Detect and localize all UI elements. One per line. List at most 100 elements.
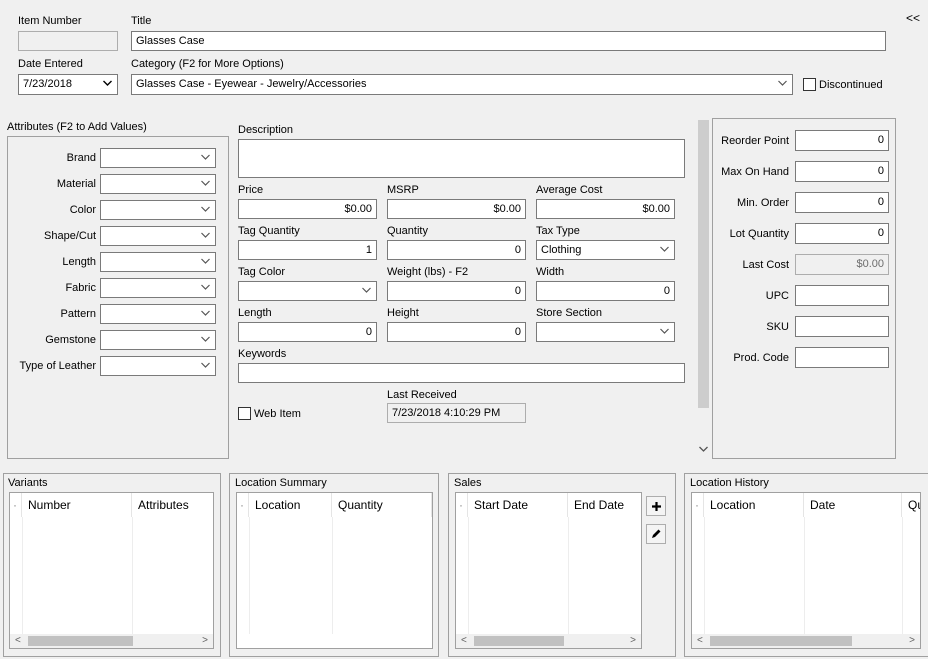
attribute-dropdown[interactable]: [100, 200, 216, 220]
upc-field[interactable]: [795, 285, 889, 306]
discontinued-checkbox[interactable]: [803, 78, 816, 91]
scroll-right-icon[interactable]: >: [909, 634, 915, 648]
weight-field[interactable]: 0: [387, 281, 526, 301]
scroll-down-icon[interactable]: [699, 446, 708, 453]
chevron-down-icon: [103, 80, 112, 86]
chevron-down-icon: [201, 258, 210, 264]
attribute-dropdown[interactable]: [100, 252, 216, 272]
edit-sale-button[interactable]: [646, 524, 666, 544]
column-header[interactable]: Number: [22, 493, 132, 517]
pencil-icon: [652, 529, 661, 538]
store-section-dropdown[interactable]: [536, 322, 675, 342]
title-field[interactable]: Glasses Case: [131, 31, 886, 51]
scroll-right-icon[interactable]: >: [630, 634, 636, 648]
column-header[interactable]: Quantity: [332, 493, 432, 517]
scroll-right-icon[interactable]: >: [202, 634, 208, 648]
tag-color-dropdown[interactable]: [238, 281, 377, 301]
prod-code-label: Prod. Code: [733, 352, 789, 364]
location-summary-label: Location Summary: [235, 477, 327, 489]
prod-code-field[interactable]: [795, 347, 889, 368]
keywords-label: Keywords: [238, 348, 287, 360]
reorder-point-field[interactable]: 0: [795, 130, 889, 151]
sku-field[interactable]: [795, 316, 889, 337]
width-field[interactable]: 0: [536, 281, 675, 301]
chevron-down-icon: [660, 328, 669, 334]
height-field[interactable]: 0: [387, 322, 526, 342]
tag-color-label: Tag Color: [238, 266, 286, 278]
store-section-label: Store Section: [536, 307, 603, 319]
scroll-left-icon[interactable]: <: [15, 634, 21, 648]
column-header[interactable]: End Date: [568, 493, 641, 517]
price-field[interactable]: $0.00: [238, 199, 377, 219]
column-header[interactable]: Date: [804, 493, 902, 517]
scrollbar-thumb[interactable]: [474, 636, 564, 646]
attribute-label: Type of Leather: [19, 360, 96, 372]
web-item-checkbox[interactable]: [238, 407, 251, 420]
column-header[interactable]: Location: [249, 493, 332, 517]
category-label: Category (F2 for More Options): [131, 58, 284, 70]
chevron-down-icon: [201, 284, 210, 290]
variants-grid[interactable]: · Number Attributes < >: [9, 492, 214, 649]
attribute-dropdown[interactable]: [100, 330, 216, 350]
horizontal-scrollbar[interactable]: < >: [456, 634, 641, 648]
row-header-column: ·: [692, 493, 704, 517]
location-history-label: Location History: [690, 477, 769, 489]
attribute-label: Fabric: [65, 282, 96, 294]
scroll-left-icon[interactable]: <: [697, 634, 703, 648]
item-number-field[interactable]: [18, 31, 118, 51]
scrollbar-thumb[interactable]: [28, 636, 133, 646]
attribute-dropdown[interactable]: [100, 356, 216, 376]
chevron-down-icon: [201, 362, 210, 368]
description-field[interactable]: [238, 139, 685, 178]
tax-type-dropdown[interactable]: Clothing: [536, 240, 675, 260]
column-divider: [902, 517, 903, 634]
date-entered-value: 7/23/2018: [23, 78, 72, 90]
vertical-scrollbar[interactable]: [696, 118, 711, 459]
width-label: Width: [536, 266, 565, 278]
column-divider: [704, 517, 705, 634]
date-entered-picker[interactable]: 7/23/2018: [18, 74, 118, 95]
variants-label: Variants: [8, 477, 48, 489]
quantity-field[interactable]: 0: [387, 240, 526, 260]
lot-quantity-field[interactable]: 0: [795, 223, 889, 244]
title-label: Title: [131, 15, 152, 27]
category-dropdown[interactable]: Glasses Case - Eyewear - Jewelry/Accesso…: [131, 74, 793, 95]
column-header[interactable]: Qu: [902, 493, 920, 517]
weight-label: Weight (lbs) - F2: [387, 266, 469, 278]
last-received-field: 7/23/2018 4:10:29 PM: [387, 403, 526, 423]
scrollbar-thumb[interactable]: [698, 120, 709, 408]
max-on-hand-field[interactable]: 0: [795, 161, 889, 182]
keywords-field[interactable]: [238, 363, 685, 383]
column-header[interactable]: Location: [704, 493, 804, 517]
collapse-button[interactable]: <<: [906, 12, 920, 25]
last-cost-label: Last Cost: [742, 259, 789, 271]
attribute-dropdown[interactable]: [100, 278, 216, 298]
average-cost-field[interactable]: $0.00: [536, 199, 675, 219]
location-history-grid[interactable]: · Location Date Qu < >: [691, 492, 921, 649]
horizontal-scrollbar[interactable]: < >: [692, 634, 920, 648]
tax-type-value: Clothing: [541, 244, 582, 256]
column-divider: [568, 517, 569, 634]
length-field[interactable]: 0: [238, 322, 377, 342]
scroll-left-icon[interactable]: <: [461, 634, 467, 648]
attribute-dropdown[interactable]: [100, 174, 216, 194]
tag-quantity-field[interactable]: 1: [238, 240, 377, 260]
attribute-label: Gemstone: [45, 334, 96, 346]
sales-grid[interactable]: · Start Date End Date < >: [455, 492, 642, 649]
category-value: Glasses Case - Eyewear - Jewelry/Accesso…: [136, 78, 367, 90]
attribute-dropdown[interactable]: [100, 148, 216, 168]
scrollbar-thumb[interactable]: [710, 636, 852, 646]
location-summary-grid[interactable]: · Location Quantity: [236, 492, 433, 649]
chevron-down-icon: [778, 80, 787, 86]
discontinued-label: Discontinued: [819, 79, 883, 91]
lot-quantity-label: Lot Quantity: [729, 228, 789, 240]
msrp-field[interactable]: $0.00: [387, 199, 526, 219]
column-header[interactable]: Start Date: [468, 493, 568, 517]
horizontal-scrollbar[interactable]: < >: [10, 634, 213, 648]
column-header[interactable]: Attributes: [132, 493, 213, 517]
add-sale-button[interactable]: [646, 496, 666, 516]
min-order-field[interactable]: 0: [795, 192, 889, 213]
attribute-dropdown[interactable]: [100, 226, 216, 246]
chevron-down-icon: [201, 206, 210, 212]
attribute-dropdown[interactable]: [100, 304, 216, 324]
